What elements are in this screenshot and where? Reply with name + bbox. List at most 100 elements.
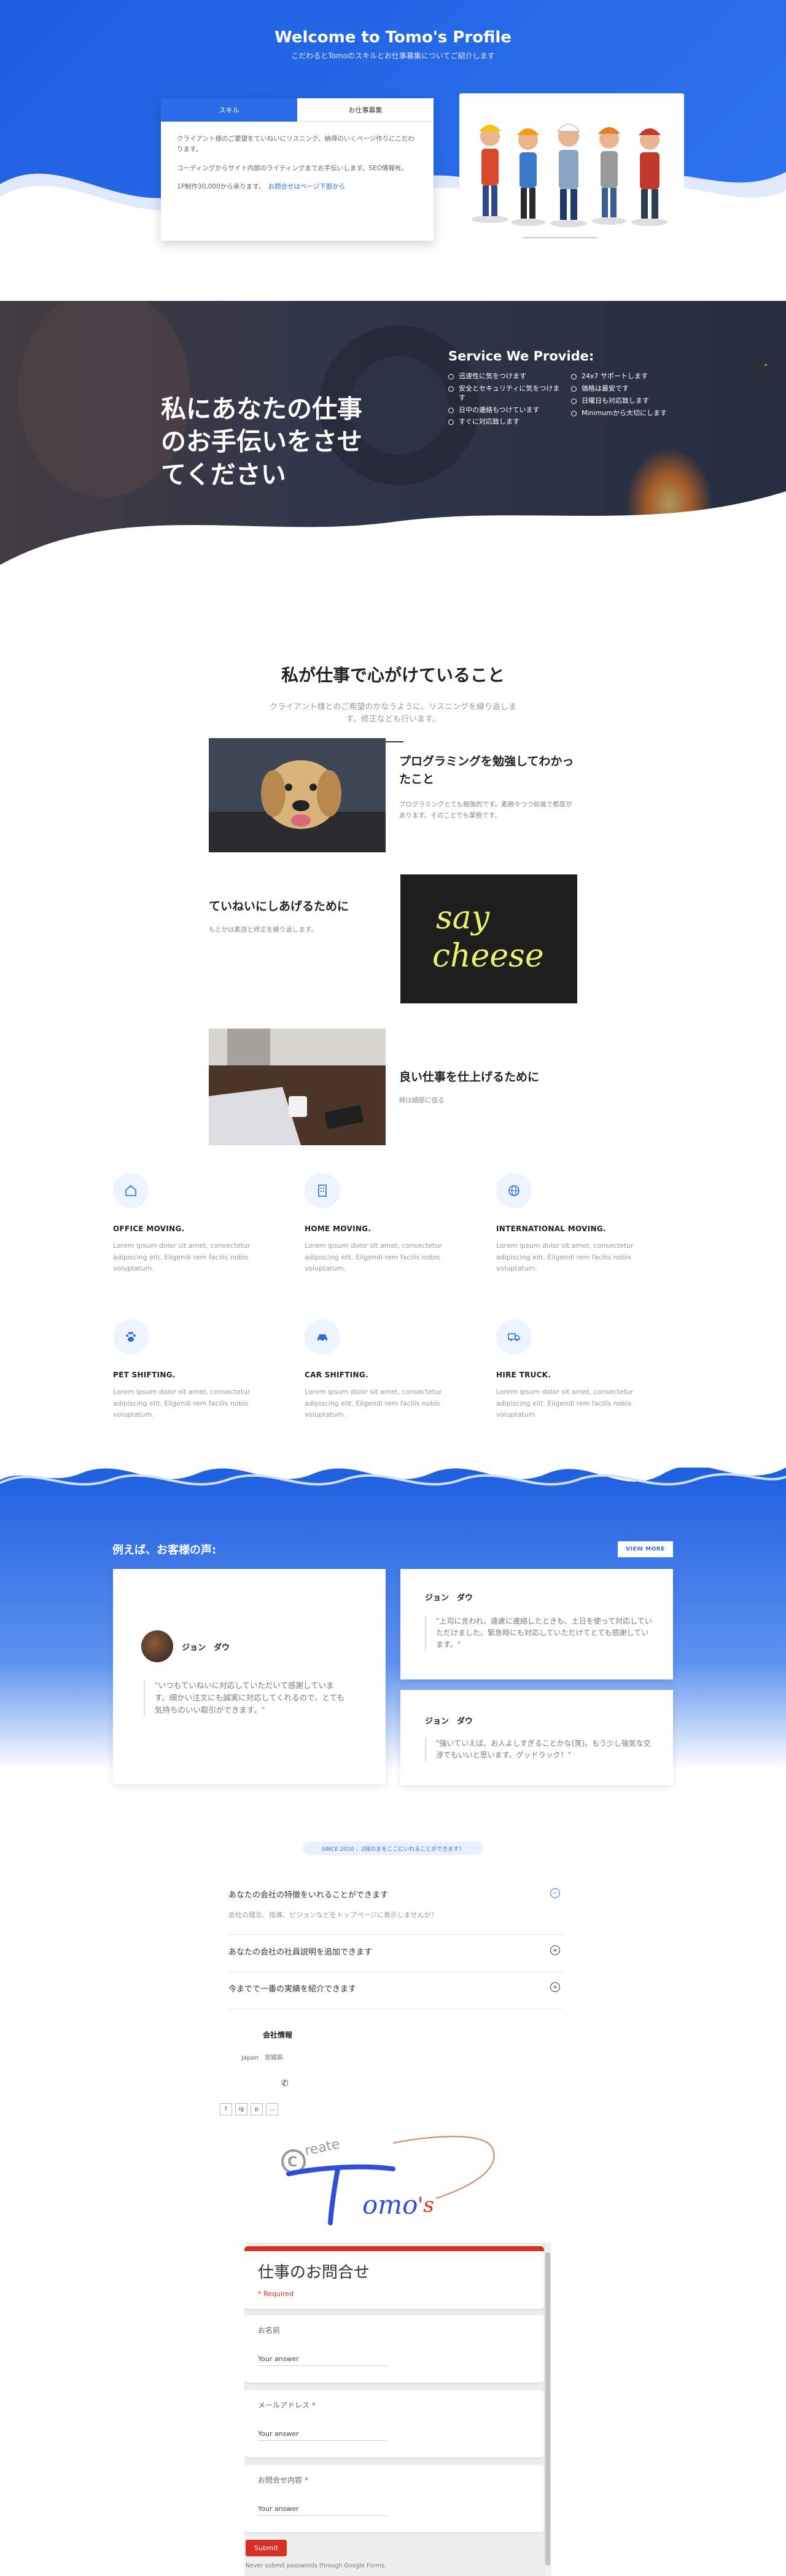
form-question: お名前 Your answer — [244, 2315, 544, 2383]
service-item: 安全とセキュリティに気をつけます — [448, 384, 565, 403]
chevron-up-icon: ⌃ — [763, 362, 769, 371]
service-card-text: Lorem ipsum dolor sit amet, consectetur … — [496, 1388, 634, 1419]
home-icon — [113, 1173, 149, 1208]
principles-subtitle: クライアント様とのご希望のかなうように、リスニングを繰り返します。修正なども行い… — [270, 702, 516, 724]
circle-bullet-icon — [448, 419, 454, 426]
name-field[interactable]: Your answer — [258, 2355, 387, 2366]
faq-item[interactable]: あなたの会社の特徴をいれることができます 会社の理念、指導、ビジョンなどをトップ… — [228, 1888, 562, 1935]
circle-bullet-icon — [448, 407, 454, 413]
workers-figurines-photo — [459, 93, 684, 235]
facebook-icon[interactable]: f — [220, 2103, 232, 2115]
contact-link[interactable]: お問合せはページ下部から — [268, 183, 345, 190]
service-card-title: HIRE TRUCK. — [496, 1371, 551, 1379]
more-icon[interactable]: ... — [266, 2103, 278, 2115]
question-label: お名前 — [258, 2326, 281, 2335]
hero-section: Welcome to Tomo's Profile こだわるとTomoのスキルと… — [0, 0, 786, 301]
service-card-title: INTERNATIONAL MOVING. — [496, 1224, 606, 1233]
faq-item[interactable]: 今までで一番の実績を紹介できます + — [228, 1982, 562, 2009]
truck-icon — [496, 1319, 532, 1355]
neon-word: say — [436, 900, 490, 936]
scrollbar-thumb[interactable] — [545, 2252, 550, 2566]
testimonials-title: 例えば、お客様の声: — [112, 1544, 217, 1557]
paw-icon — [113, 1319, 149, 1355]
service-card-text: Lorem ipsum dolor sit amet, consectetur … — [305, 1388, 442, 1419]
required-note: * Required — [258, 2290, 294, 2298]
principles-title: 私が仕事で心がけていること — [281, 665, 505, 685]
plus-circle-icon[interactable]: + — [550, 1982, 560, 1992]
service-item: 価格は最安です — [571, 384, 688, 394]
photo-caption-line — [523, 237, 597, 238]
service-list-right: 24x7 サポートします 価格は最安です 日曜日も対応致します Minimumか… — [571, 372, 688, 421]
circle-bullet-icon — [448, 374, 454, 379]
service-card: INTERNATIONAL MOVING. Lorem ipsum dolor … — [496, 1173, 644, 1275]
neon-word: cheese — [432, 938, 544, 975]
testimonial-quote: "いつもていねいに対応していただいて感謝しています。細かい注文にも誠実に対応して… — [144, 1679, 346, 1716]
principles-section: 私が仕事で心がけていること クライアント様とのご希望のかなうように、リスニングを… — [0, 583, 786, 1455]
faq-question[interactable]: あなたの会社の特徴をいれることができます — [228, 1888, 562, 1900]
car-icon — [305, 1319, 340, 1355]
service-item: 日中の連絡もつけています — [448, 406, 565, 415]
faq-question[interactable]: 今までで一番の実績を紹介できます — [228, 1982, 562, 1994]
hero-title: Welcome to Tomo's Profile — [274, 28, 512, 47]
inquiry-field[interactable]: Your answer — [258, 2505, 387, 2516]
feature-heading: 良い仕事を仕上げるために — [399, 1070, 540, 1084]
faq-item[interactable]: あなたの会社の社員説明を追加できます + — [228, 1945, 562, 1972]
circle-bullet-icon — [571, 386, 577, 392]
svg-text:reate: reate — [303, 2136, 341, 2158]
circle-bullet-icon — [571, 374, 577, 379]
service-item: 迅速性に気をつけます — [448, 372, 565, 381]
testimonial-quote: "上司に言われ、遠慮に連絡したときも、土日を使って対応していただけました。緊急時… — [425, 1616, 652, 1651]
tab-skills[interactable]: スキル — [161, 98, 297, 122]
pinterest-icon[interactable]: p — [251, 2103, 263, 2115]
question-label: お問合せ内容 * — [258, 2476, 308, 2485]
laptop-desk-photo — [209, 1029, 386, 1145]
view-more-button[interactable]: VIEW MORE — [618, 1541, 673, 1557]
service-headline: 私にあなたの仕事 のお手伝いをさせ てください — [161, 393, 394, 491]
service-item: 日曜日も対応致します — [571, 397, 688, 406]
form-scrollbar[interactable] — [544, 2243, 551, 2576]
instagram-icon[interactable]: ig — [235, 2103, 247, 2115]
title-divider — [383, 741, 403, 742]
email-field[interactable]: Your answer — [258, 2430, 387, 2441]
headline-line: てください — [161, 459, 286, 489]
svg-text:'s: 's — [418, 2193, 434, 2217]
question-label: メールアドレス * — [258, 2401, 316, 2410]
social-links: f ig p ... — [220, 2103, 278, 2115]
service-card-title: HOME MOVING. — [305, 1224, 372, 1233]
service-card: HOME MOVING. Lorem ipsum dolor sit amet,… — [305, 1173, 452, 1275]
service-card: PET SHIFTING. Lorem ipsum dolor sit amet… — [113, 1319, 260, 1421]
service-card-text: Lorem ipsum dolor sit amet, consectetur … — [113, 1242, 251, 1273]
service-card-title: CAR SHIFTING. — [305, 1371, 368, 1379]
service-card-text: Lorem ipsum dolor sit amet, consectetur … — [113, 1388, 251, 1419]
testimonials-section: 例えば、お客様の声: VIEW MORE ジョン ダウ "いつもていねいに対応し… — [0, 1455, 786, 1824]
scroll-top-button[interactable]: ⌃ — [758, 359, 774, 375]
headline-line: 私にあなたの仕事 — [161, 394, 362, 424]
faq-question[interactable]: あなたの会社の社員説明を追加できます — [228, 1945, 562, 1957]
testimonial-name: ジョン ダウ — [182, 1643, 230, 1652]
service-card: CAR SHIFTING. Lorem ipsum dolor sit amet… — [305, 1319, 452, 1421]
plus-circle-icon[interactable]: + — [550, 1945, 560, 1955]
hero-subtitle: こだわるとTomoのスキルとお仕事募集についてご紹介します — [291, 52, 495, 60]
globe-icon — [496, 1173, 532, 1208]
feature-text: 締は細部に宿る — [399, 1097, 445, 1104]
service-card-text: Lorem ipsum dolor sit amet, consectetur … — [305, 1242, 442, 1273]
svg-text:C: C — [287, 2155, 297, 2170]
form-title: 仕事のお問合せ — [258, 2263, 370, 2282]
faq-answer: 会社の理念、指導、ビジョンなどをトップページに表示しませんか？ — [228, 1911, 438, 1919]
neon-sign-photo: say cheese — [400, 874, 577, 1003]
feature-heading: プログラミングを勉強してわかったこと — [399, 755, 574, 786]
submit-button[interactable]: Submit — [246, 2540, 287, 2556]
svg-text:omo: omo — [362, 2190, 418, 2220]
contact-form-embed: 仕事のお問合せ * Required お名前 Your answer メールアド… — [244, 2243, 551, 2576]
form-question: メールアドレス * Your answer — [244, 2390, 544, 2457]
circle-bullet-icon — [571, 398, 577, 404]
page-root: Welcome to Tomo's Profile こだわるとTomoのスキルと… — [0, 0, 786, 2576]
minus-circle-icon[interactable]: − — [550, 1888, 560, 1898]
testimonial-quote: "強いていえば、お人よしすぎることかな(笑)。もう少し強気な交渉でもいいと思いま… — [425, 1738, 652, 1762]
since-badge: SINCE 2010 、2段のまをここにいれることができます！ — [303, 1842, 483, 1855]
tab-job-offer[interactable]: お仕事募集 — [297, 98, 434, 122]
testimonial-card: ジョン ダウ "いつもていねいに対応していただいて感謝しています。細かい注文にも… — [113, 1569, 386, 1784]
avatar — [141, 1630, 173, 1662]
service-title: Service We Provide: — [448, 349, 594, 364]
dog-photo — [209, 738, 386, 852]
